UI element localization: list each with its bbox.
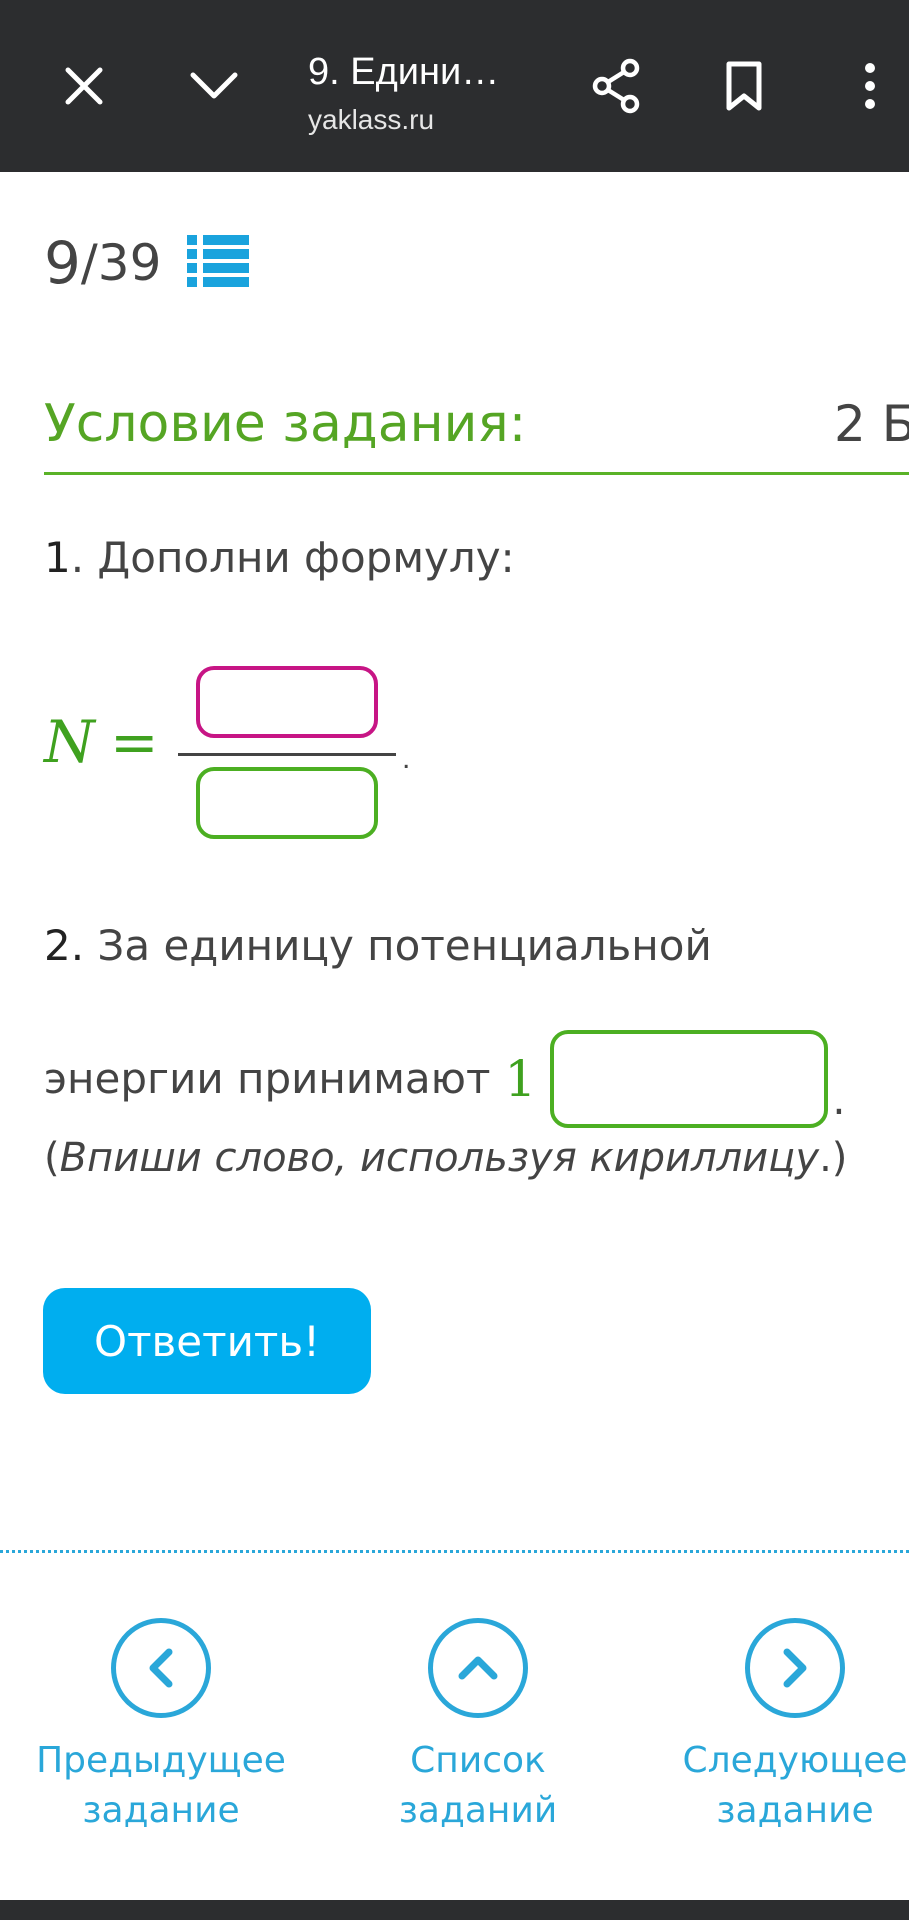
question-2-number: 2.: [44, 921, 85, 970]
question-2-text-1: За единицу потенциальной: [84, 921, 712, 970]
answer-hint: (Впиши слово, используя кириллицу.): [44, 1135, 848, 1181]
task-list-label: Список заданий: [398, 1740, 558, 1831]
formula-equals: =: [110, 708, 159, 776]
system-navigation-bar: [0, 1900, 909, 1920]
question-1-number: 1: [44, 533, 71, 582]
page-domain: yaklass.ru: [308, 104, 435, 135]
task-counter: 9 /39: [44, 228, 250, 298]
task-points: 2 Б.: [834, 395, 909, 453]
chevron-right-icon: [745, 1618, 845, 1718]
question-2-line-1: 2. За единицу потенциальной: [44, 918, 712, 974]
page: 9. Едини… yaklass.ru 9 /39 Условие задан…: [0, 0, 909, 1920]
hint-text: Впиши слово, используя кириллицу: [59, 1135, 820, 1181]
chevron-down-icon[interactable]: [174, 46, 254, 126]
share-icon[interactable]: [576, 46, 656, 126]
formula-dot: .: [402, 742, 411, 775]
question-1: 1. Дополни формулу:: [44, 530, 515, 586]
next-task-button[interactable]: Следующее задание: [665, 1618, 909, 1836]
prev-task-button[interactable]: Предыдущее задание: [31, 1618, 291, 1836]
total-tasks: /39: [80, 234, 162, 292]
formula: N = .: [44, 660, 444, 850]
chevron-left-icon: [111, 1618, 211, 1718]
more-vert-icon[interactable]: [830, 46, 909, 126]
unit-answer-input[interactable]: [550, 1030, 829, 1128]
page-title: 9. Едини…: [308, 51, 500, 93]
unit-value: 1: [504, 1050, 537, 1108]
numerator-input[interactable]: [196, 666, 378, 738]
close-icon[interactable]: [44, 46, 124, 126]
question-1-text: . Дополни формулу:: [70, 533, 515, 582]
question-2-dot: .: [832, 1075, 846, 1124]
divider: [0, 1550, 909, 1553]
answer-button[interactable]: Ответить!: [43, 1288, 371, 1394]
formula-variable: N: [44, 708, 95, 776]
denominator-input[interactable]: [196, 767, 378, 839]
next-task-label: Следующее задание: [682, 1740, 908, 1831]
task-header: Условие задания: 2 Б.: [44, 392, 909, 475]
task-header-title: Условие задания:: [44, 394, 527, 454]
question-2-text-2: энергии принимают: [44, 1054, 491, 1103]
browser-top-bar: 9. Едини… yaklass.ru: [0, 0, 909, 172]
prev-task-label: Предыдущее задание: [36, 1740, 286, 1831]
fraction-line: [178, 753, 396, 756]
tab-title-area[interactable]: 9. Едини… yaklass.ru: [308, 48, 528, 140]
task-list-button[interactable]: Список заданий: [348, 1618, 608, 1836]
current-task-number: 9: [44, 229, 81, 297]
list-icon[interactable]: [187, 233, 250, 293]
bookmark-icon[interactable]: [704, 46, 784, 126]
question-2-line-2: энергии принимают 1 .: [44, 1030, 846, 1128]
chevron-up-icon: [428, 1618, 528, 1718]
